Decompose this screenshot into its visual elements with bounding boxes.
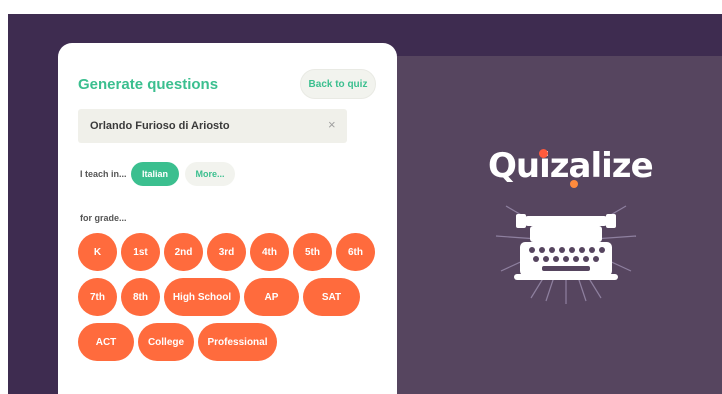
- language-chip-selected[interactable]: Italian: [131, 162, 179, 186]
- grade-chip-5th[interactable]: 5th: [293, 233, 332, 271]
- teach-label: I teach in...: [80, 169, 127, 179]
- language-more-button[interactable]: More...: [185, 162, 235, 186]
- grade-chip-ap[interactable]: AP: [244, 278, 299, 316]
- grade-chip-sat[interactable]: SAT: [303, 278, 360, 316]
- grade-label: for grade...: [80, 213, 127, 223]
- grade-chip-k[interactable]: K: [78, 233, 117, 271]
- grade-chip-8th[interactable]: 8th: [121, 278, 160, 316]
- panel-title: Generate questions: [78, 76, 219, 93]
- topic-value: Orlando Furioso di Ariosto: [90, 120, 230, 132]
- grade-chip-college[interactable]: College: [138, 323, 194, 361]
- grade-chip-act[interactable]: ACT: [78, 323, 134, 361]
- logo-dot-icon: [539, 149, 548, 158]
- grade-chip-professional[interactable]: Professional: [198, 323, 277, 361]
- brand-logo-text: Quizalize: [488, 146, 654, 186]
- topic-field[interactable]: Orlando Furioso di Ariosto ×: [78, 109, 347, 143]
- grade-chip-6th[interactable]: 6th: [336, 233, 375, 271]
- typewriter-icon: [495, 205, 637, 304]
- grade-chip-high-school[interactable]: High School: [164, 278, 240, 316]
- grade-chip-7th[interactable]: 7th: [78, 278, 117, 316]
- grade-chip-1st[interactable]: 1st: [121, 233, 160, 271]
- grade-chip-2nd[interactable]: 2nd: [164, 233, 203, 271]
- clear-icon[interactable]: ×: [328, 117, 336, 132]
- generate-questions-card: Generate questions Back to quiz Orlando …: [58, 43, 397, 394]
- grade-chip-4th[interactable]: 4th: [250, 233, 289, 271]
- grade-chip-3rd[interactable]: 3rd: [207, 233, 246, 271]
- back-to-quiz-button[interactable]: Back to quiz: [300, 69, 376, 99]
